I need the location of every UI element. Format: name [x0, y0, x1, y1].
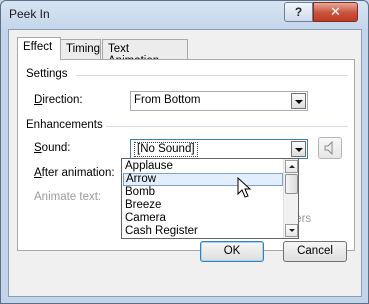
direction-select[interactable]: From Bottom: [130, 91, 308, 111]
direction-label: Direction:: [34, 94, 83, 106]
scroll-down-arrow-icon[interactable]: [285, 224, 298, 237]
after-animation-label: After animation:: [34, 167, 115, 179]
sound-dropdown-list[interactable]: Applause Arrow Bomb Breeze Camera Cash R…: [121, 158, 299, 239]
window-title: Peek In: [9, 7, 50, 21]
list-item-breeze[interactable]: Breeze: [123, 199, 283, 212]
speaker-icon: [324, 141, 333, 155]
list-item-cash-register[interactable]: Cash Register: [123, 225, 283, 238]
enhancements-divider: [106, 126, 348, 127]
cancel-button[interactable]: Cancel: [283, 241, 347, 262]
scroll-thumb[interactable]: [285, 174, 298, 194]
list-scrollbar[interactable]: [283, 159, 298, 238]
tab-effect[interactable]: Effect: [17, 37, 61, 60]
direction-value: From Bottom: [134, 94, 201, 106]
list-item-applause[interactable]: Applause: [123, 160, 283, 173]
enhancements-section-title: Enhancements: [26, 119, 103, 131]
mouse-pointer-icon: [237, 177, 251, 198]
chevron-down-icon[interactable]: [291, 93, 306, 109]
sound-value: [No Sound]: [134, 142, 198, 157]
settings-divider: [76, 75, 348, 76]
chevron-down-icon[interactable]: [291, 141, 306, 157]
sound-label: Sound:: [34, 142, 71, 154]
close-button[interactable]: ✕: [313, 2, 358, 22]
tab-text-animation[interactable]: Text Animation: [102, 39, 188, 67]
help-button[interactable]: ?: [284, 2, 313, 22]
list-item-camera[interactable]: Camera: [123, 212, 283, 225]
sound-select[interactable]: [No Sound]: [130, 139, 308, 159]
animate-text-label: Animate text:: [34, 191, 102, 203]
peek-in-dialog: Peek In ? ✕ Effect Timing Text Animation…: [0, 0, 369, 304]
ok-button[interactable]: OK: [200, 241, 264, 262]
list-item-arrow[interactable]: Arrow: [123, 173, 283, 186]
scroll-up-arrow-icon[interactable]: [285, 160, 298, 173]
title-bar[interactable]: Peek In ? ✕: [1, 1, 368, 28]
tab-timing[interactable]: Timing: [60, 39, 101, 59]
settings-section-title: Settings: [26, 68, 68, 80]
sound-volume-button[interactable]: [318, 137, 342, 159]
dialog-client-area: Effect Timing Text Animation Settings Di…: [8, 29, 362, 297]
list-item-bomb[interactable]: Bomb: [123, 186, 283, 199]
